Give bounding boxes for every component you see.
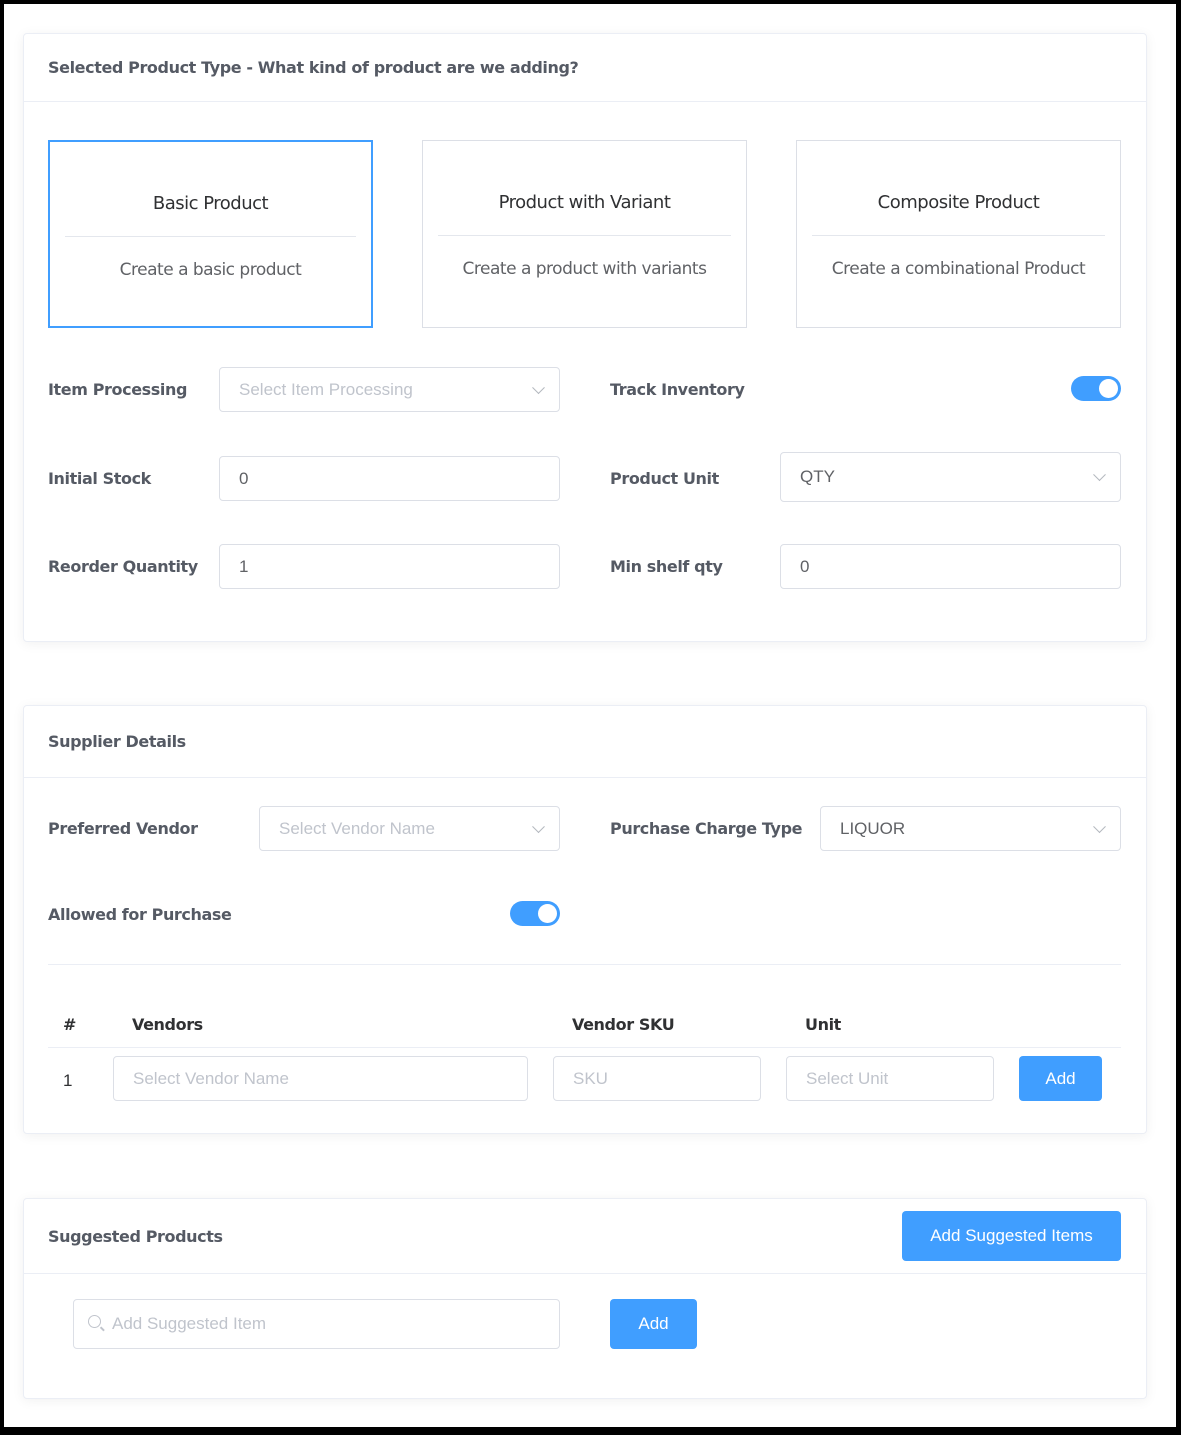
chevron-down-icon <box>1093 468 1106 482</box>
track-inventory-toggle[interactable] <box>1071 376 1121 401</box>
preferred-vendor-select[interactable]: Select Vendor Name <box>259 806 560 851</box>
suggested-item-placeholder: Add Suggested Item <box>112 1314 267 1333</box>
type-option-title: Basic Product <box>152 193 269 214</box>
purchase-charge-type-select[interactable]: LIQUOR <box>820 806 1121 851</box>
purchase-charge-type-value: LIQUOR <box>840 818 906 838</box>
initial-stock-value: 0 <box>239 468 249 488</box>
vendor-name-placeholder: Select Vendor Name <box>133 1068 289 1088</box>
reorder-quantity-value: 1 <box>239 556 249 576</box>
product-unit-value: QTY <box>800 467 835 486</box>
add-vendor-button[interactable]: Add <box>1019 1056 1102 1101</box>
type-option-product-with-variant[interactable]: Product with Variant Create a product wi… <box>422 140 747 328</box>
preferred-vendor-label: Preferred Vendor <box>48 819 198 838</box>
search-icon <box>88 1315 101 1328</box>
vendor-name-input[interactable]: Select Vendor Name <box>113 1056 528 1101</box>
product-type-header: Selected Product Type - What kind of pro… <box>24 34 1146 102</box>
supplier-details-header: Supplier Details <box>24 706 1146 778</box>
divider <box>812 235 1105 236</box>
type-option-title: Product with Variant <box>498 192 671 213</box>
type-option-basic-product[interactable]: Basic Product Create a basic product <box>48 140 373 328</box>
type-option-description: Create a basic product <box>119 260 302 280</box>
track-inventory-label: Track Inventory <box>610 380 745 399</box>
supplier-details-title: Supplier Details <box>48 732 186 751</box>
toggle-knob <box>1099 379 1118 398</box>
divider <box>65 236 356 237</box>
table-header-divider <box>48 1047 1121 1048</box>
chevron-down-icon <box>532 380 545 394</box>
vendor-sku-placeholder: SKU <box>573 1068 608 1088</box>
chevron-down-icon <box>1093 819 1106 833</box>
product-unit-select[interactable]: QTY <box>780 452 1121 502</box>
suggested-products-header: Suggested Products Add Suggested Items <box>24 1199 1146 1274</box>
type-option-description: Create a combinational Product <box>831 259 1086 279</box>
column-header-index: # <box>63 1015 77 1034</box>
divider <box>48 964 1121 965</box>
column-header-vendors: Vendors <box>132 1015 203 1034</box>
suggested-products-title: Suggested Products <box>48 1226 223 1246</box>
supplier-details-card: Supplier Details Preferred Vendor Select… <box>23 705 1147 1134</box>
suggested-products-card: Suggested Products Add Suggested Items A… <box>23 1198 1147 1399</box>
reorder-quantity-label: Reorder Quantity <box>48 557 198 576</box>
add-suggested-items-button[interactable]: Add Suggested Items <box>902 1211 1121 1261</box>
type-option-description: Create a product with variants <box>462 259 707 279</box>
item-processing-label: Item Processing <box>48 380 188 399</box>
allowed-for-purchase-label: Allowed for Purchase <box>48 905 232 924</box>
chevron-down-icon <box>532 819 545 833</box>
allowed-for-purchase-toggle[interactable] <box>510 901 560 926</box>
min-shelf-qty-input[interactable]: 0 <box>780 544 1121 589</box>
product-type-title: Selected Product Type - What kind of pro… <box>48 58 579 77</box>
suggested-item-search-input[interactable]: Add Suggested Item <box>73 1299 560 1349</box>
toggle-knob <box>538 904 557 923</box>
column-header-unit: Unit <box>805 1015 841 1034</box>
item-processing-select[interactable]: Select Item Processing <box>219 367 560 412</box>
initial-stock-input[interactable]: 0 <box>219 456 560 501</box>
min-shelf-qty-label: Min shelf qty <box>610 557 723 576</box>
unit-placeholder: Select Unit <box>806 1068 889 1088</box>
column-header-vendor-sku: Vendor SKU <box>572 1015 675 1034</box>
product-unit-label: Product Unit <box>610 469 719 488</box>
add-suggested-item-button[interactable]: Add <box>610 1299 697 1349</box>
item-processing-placeholder: Select Item Processing <box>239 379 413 399</box>
divider <box>438 235 731 236</box>
row-index: 1 <box>63 1071 73 1090</box>
unit-input[interactable]: Select Unit <box>786 1056 994 1101</box>
type-option-title: Composite Product <box>877 192 1040 213</box>
vendor-sku-input[interactable]: SKU <box>553 1056 761 1101</box>
purchase-charge-type-label: Purchase Charge Type <box>610 819 803 838</box>
page: Selected Product Type - What kind of pro… <box>4 4 1176 1427</box>
initial-stock-label: Initial Stock <box>48 469 151 488</box>
product-type-card: Selected Product Type - What kind of pro… <box>23 33 1147 642</box>
min-shelf-qty-value: 0 <box>800 556 810 576</box>
type-option-composite-product[interactable]: Composite Product Create a combinational… <box>796 140 1121 328</box>
reorder-quantity-input[interactable]: 1 <box>219 544 560 589</box>
preferred-vendor-placeholder: Select Vendor Name <box>279 818 435 838</box>
